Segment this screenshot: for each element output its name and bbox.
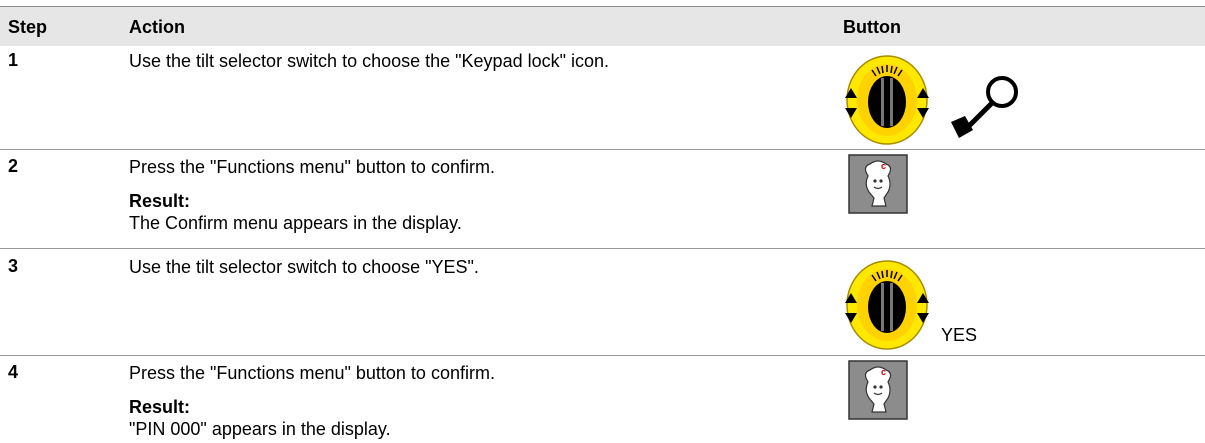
result-text: The Confirm menu appears in the display. — [129, 213, 462, 233]
result-text: "PIN 000" appears in the display. — [129, 419, 391, 439]
action-cell: Use the tilt selector switch to choose t… — [129, 50, 819, 72]
svg-text:c: c — [881, 367, 886, 377]
result-label: Result: — [129, 397, 191, 417]
yes-option-label: YES — [941, 325, 978, 345]
action-text: Press the "Functions menu" button to con… — [129, 157, 495, 177]
header-button: Button — [843, 17, 901, 37]
action-text: Press the "Functions menu" button to con… — [129, 363, 495, 383]
functions-menu-button-icon: c — [848, 360, 908, 420]
action-text: Use the tilt selector switch to choose "… — [129, 257, 479, 277]
tilt-selector-switch-icon — [845, 260, 929, 350]
table-row-2: 2 Press the "Functions menu" button to c… — [0, 150, 1205, 249]
svg-text:c: c — [881, 161, 886, 171]
header-step: Step — [8, 17, 48, 37]
result-label: Result: — [129, 191, 191, 211]
step-number: 4 — [8, 362, 19, 382]
table-row-1: 1 Use the tilt selector switch to choose… — [0, 46, 1205, 150]
action-cell: Press the "Functions menu" button to con… — [129, 156, 819, 234]
step-number: 2 — [8, 156, 19, 176]
step-number: 1 — [8, 50, 19, 70]
action-cell: Press the "Functions menu" button to con… — [129, 362, 819, 440]
table-header: Step Action Button — [0, 7, 1205, 46]
action-text: Use the tilt selector switch to choose t… — [129, 51, 610, 71]
table-row-3: 3 Use the tilt selector switch to choose… — [0, 249, 1205, 356]
step-number: 3 — [8, 256, 19, 276]
action-cell: Use the tilt selector switch to choose "… — [129, 256, 819, 278]
key-icon — [951, 76, 1018, 138]
table-row-4: 4 Press the "Functions menu" button to c… — [0, 356, 1205, 443]
functions-menu-button-icon: c — [848, 154, 908, 214]
tilt-selector-switch-icon — [845, 55, 929, 145]
header-action: Action — [129, 17, 185, 37]
